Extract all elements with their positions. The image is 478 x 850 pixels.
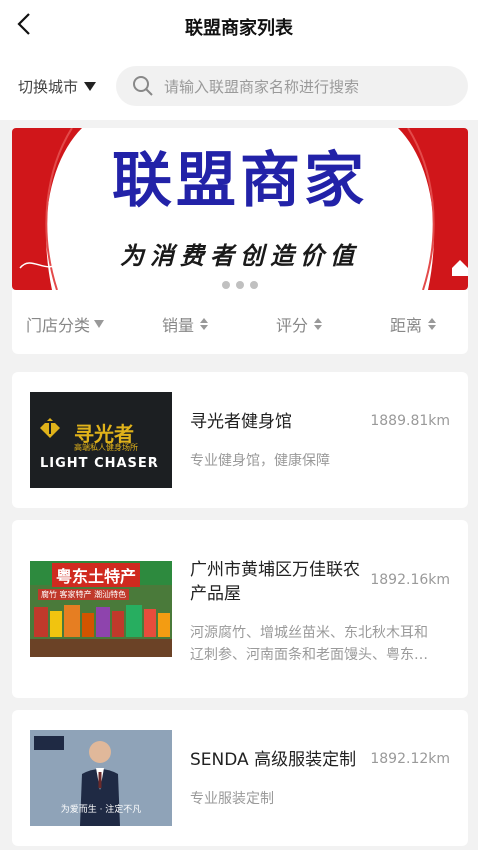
sort-sales-button[interactable]: 销量 [162, 312, 209, 336]
banner-carousel[interactable]: 联盟商家 为消费者创造价值 [12, 128, 468, 290]
store-name-line1: 广州市黄埔区万佳联农 [190, 560, 360, 580]
sort-arrows-icon [428, 318, 437, 330]
top-nav-bar: 联盟商家列表 [0, 0, 478, 52]
store-card[interactable]: 为爱而生 · 注定不凡 SENDA 高级服装定制 1892.12km 专业服装定… [12, 710, 468, 846]
store-distance: 1892.16km [370, 572, 450, 588]
sort-distance-button[interactable]: 距离 [390, 312, 437, 336]
thumb-tags: 腐竹 客家特产 潮汕特色 [38, 589, 130, 600]
products-graphic [30, 605, 172, 657]
store-distance: 1892.12km [370, 751, 450, 767]
dropdown-triangle-icon [84, 82, 97, 91]
carousel-dot[interactable] [236, 281, 244, 289]
carousel-dot[interactable] [222, 281, 230, 289]
store-description-line2: 辽刺参、河南面条和老面馒头、粤东… [190, 647, 428, 663]
carousel-dot[interactable] [250, 281, 258, 289]
carousel-dots [12, 274, 468, 290]
sort-distance-label: 距离 [390, 316, 423, 335]
sort-sales-label: 销量 [162, 316, 195, 335]
page-title: 联盟商家列表 [185, 18, 293, 39]
sort-category-label: 门店分类 [26, 316, 91, 335]
sort-arrows-icon [200, 318, 209, 330]
store-thumbnail: 寻光者 高端私人健身场所 LIGHT CHASER [30, 392, 172, 488]
sort-arrows-icon [314, 318, 323, 330]
search-box[interactable] [116, 66, 468, 108]
store-description: 专业健身馆，健康保障 [190, 453, 330, 469]
thumb-subtitle: 高端私人健身场所 [74, 443, 138, 452]
search-icon [133, 76, 153, 96]
sort-bar: 门店分类 销量 评分 距离 [12, 290, 468, 354]
search-input[interactable] [162, 66, 456, 108]
store-thumbnail: 粤东土特产 腐竹 客家特产 潮汕特色 [30, 561, 172, 657]
store-thumbnail: 为爱而生 · 注定不凡 [30, 730, 172, 826]
sort-rating-label: 评分 [276, 316, 309, 335]
store-description-line1: 河源腐竹、增城丝苗米、东北秋木耳和 [190, 625, 428, 641]
city-switch-button[interactable]: 切换城市 [18, 76, 97, 97]
store-card[interactable]: 粤东土特产 腐竹 客家特产 潮汕特色 广州市黄埔区万佳联农 产品屋 1892.1… [12, 520, 468, 698]
store-description: 河源腐竹、增城丝苗米、东北秋木耳和 辽刺参、河南面条和老面馒头、粤东… [190, 622, 428, 666]
store-card[interactable]: 寻光者 高端私人健身场所 LIGHT CHASER 寻光者健身馆 1889.81… [12, 372, 468, 508]
dropdown-triangle-icon [94, 320, 105, 328]
store-name: 寻光者健身馆 [190, 412, 292, 432]
store-name: 广州市黄埔区万佳联农 产品屋 [190, 558, 360, 606]
thumb-slogan: 为爱而生 · 注定不凡 [60, 805, 142, 815]
thumb-title: 粤东土特产 [52, 563, 141, 587]
city-switch-label: 切换城市 [18, 78, 79, 96]
store-name: SENDA 高级服装定制 [190, 750, 357, 770]
banner-slogan: 为消费者创造价值 [120, 242, 360, 270]
sort-category-button[interactable]: 门店分类 [26, 312, 105, 336]
search-row: 切换城市 [0, 52, 478, 120]
store-distance: 1889.81km [370, 413, 450, 429]
store-description: 专业服装定制 [190, 791, 274, 807]
thumb-en-title: LIGHT CHASER [40, 456, 159, 471]
banner-title: 联盟商家 [112, 146, 368, 216]
store-name-line2: 产品屋 [190, 584, 241, 604]
sort-rating-button[interactable]: 评分 [276, 312, 323, 336]
